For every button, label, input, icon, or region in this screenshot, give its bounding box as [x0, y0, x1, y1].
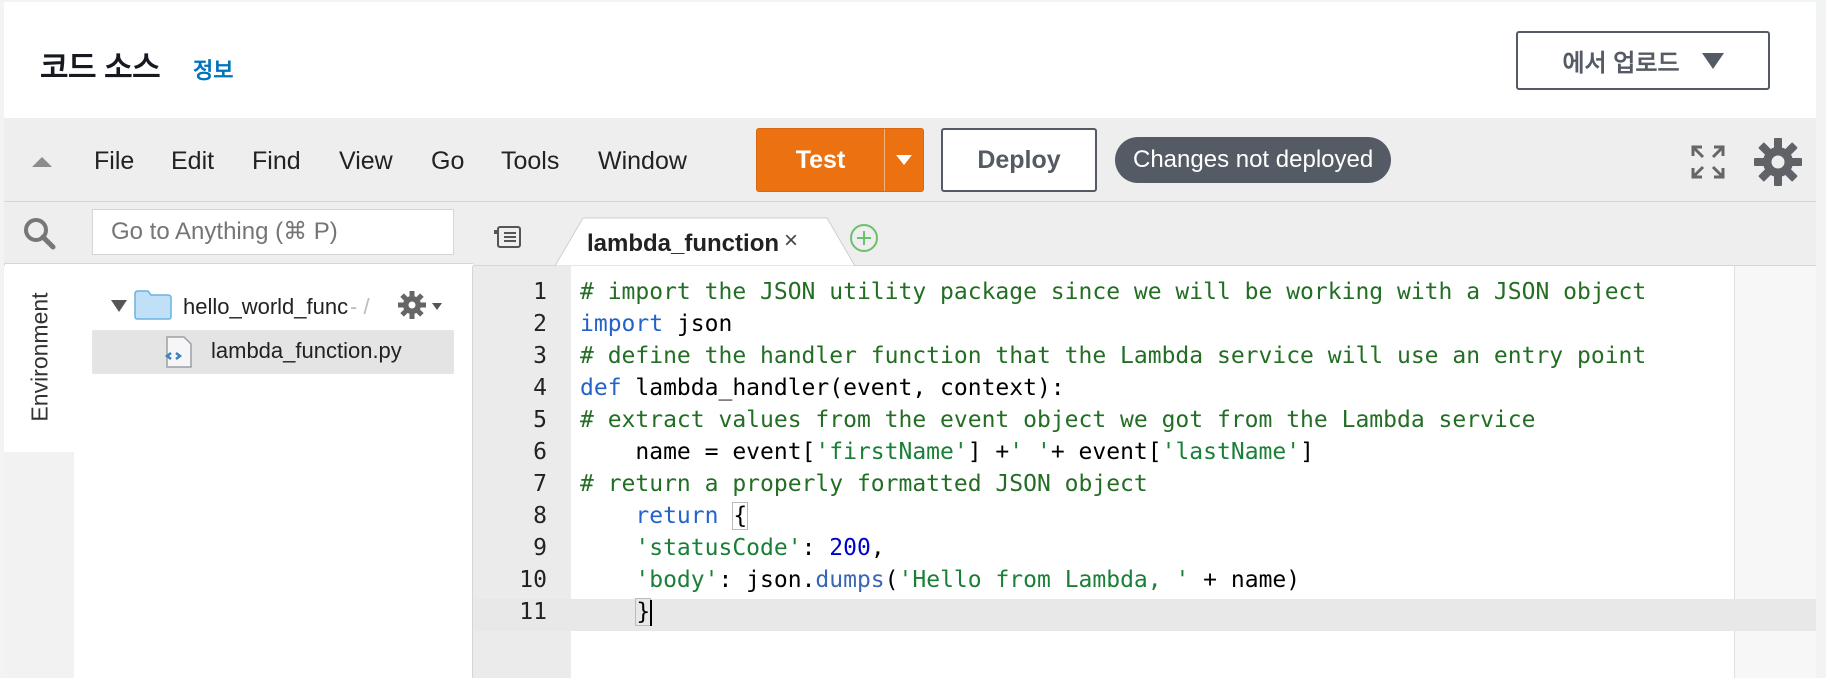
code-string: 'lastName'	[1161, 439, 1301, 465]
code-function: dumps	[815, 567, 885, 593]
code-string: 'Hello from Lambda, '	[898, 567, 1190, 593]
code-comment: # define the handler function that the L…	[580, 343, 1647, 369]
code-keyword: def	[580, 375, 622, 401]
active-line-highlight	[473, 599, 1816, 631]
line-number: 8	[533, 503, 547, 529]
code-line-10: 'body': json.dumps('Hello from Lambda, '…	[580, 567, 1300, 593]
line-number: 1	[533, 279, 547, 305]
info-link[interactable]: 정보	[193, 53, 233, 85]
line-number: 9	[533, 535, 547, 561]
folder-icon	[134, 290, 172, 320]
settings-gear-icon[interactable]	[1752, 136, 1804, 188]
code-line-4: def lambda_handler(event, context):	[580, 375, 1065, 401]
folder-path-suffix: - /	[350, 294, 370, 319]
environment-tab-label: Environment	[26, 292, 53, 422]
add-tab-icon[interactable]	[848, 222, 880, 254]
code-comment: # import the JSON utility package since …	[580, 279, 1647, 305]
test-split-button: Test	[756, 128, 924, 192]
code-text: ]	[1300, 439, 1314, 465]
collapse-toggle-icon[interactable]	[32, 157, 52, 167]
line-number: 6	[533, 439, 547, 465]
code-line-8: return {	[580, 502, 749, 530]
code-text: json	[663, 311, 733, 337]
menu-view[interactable]: View	[339, 147, 393, 176]
code-text: + event[	[1050, 439, 1162, 465]
menu-file[interactable]: File	[94, 147, 134, 176]
code-text: + name)	[1189, 567, 1301, 593]
matched-brace: }	[635, 598, 652, 626]
close-tab-icon[interactable]: ×	[784, 227, 798, 255]
code-string: 'body'	[635, 567, 719, 593]
tab-list-icon[interactable]	[494, 224, 524, 250]
code-text: (	[884, 567, 899, 593]
code-number: 200	[829, 535, 871, 561]
fullscreen-icon[interactable]	[1690, 144, 1726, 180]
menu-window[interactable]: Window	[598, 147, 687, 176]
test-dropdown-button[interactable]	[885, 129, 923, 191]
code-text: ] +	[967, 439, 1010, 465]
deploy-button[interactable]: Deploy	[941, 128, 1097, 192]
code-line-1: # import the JSON utility package since …	[580, 279, 1646, 305]
code-text: lambda_handler(event, context):	[621, 375, 1065, 401]
upload-button-label: 에서 업로드	[1562, 50, 1680, 77]
deploy-status-badge: Changes not deployed	[1115, 137, 1392, 183]
code-line-6: name = event['firstName'] +' '+ event['l…	[580, 439, 1314, 465]
folder-name[interactable]: hello_world_func	[183, 294, 348, 320]
code-line-2: import json	[580, 311, 732, 337]
text-cursor	[650, 599, 653, 626]
test-button[interactable]: Test	[757, 129, 885, 191]
upload-from-button[interactable]: 에서 업로드	[1516, 31, 1770, 90]
code-string: 'firstName'	[815, 439, 968, 465]
code-keyword: return	[635, 503, 719, 529]
code-text: :	[801, 535, 830, 561]
code-line-5: # extract values from the event object w…	[580, 407, 1535, 433]
page-title: 코드 소스	[40, 50, 161, 85]
code-line-7: # return a properly formatted JSON objec…	[580, 471, 1148, 497]
python-file-icon	[164, 336, 192, 368]
menu-go[interactable]: Go	[431, 147, 464, 176]
editor-tab-label[interactable]: lambda_function	[587, 230, 779, 258]
go-to-anything-input[interactable]	[92, 209, 454, 255]
code-comment: # extract values from the event object w…	[580, 407, 1536, 433]
line-number: 4	[533, 375, 547, 401]
line-number: 2	[533, 311, 547, 337]
code-string: ' '	[1009, 439, 1051, 465]
matched-brace: {	[732, 502, 749, 530]
code-text: name = event[	[580, 439, 816, 465]
folder-expand-caret-icon[interactable]	[111, 300, 127, 312]
code-text: : json.	[718, 567, 816, 593]
caret-down-icon	[896, 155, 912, 165]
menu-tools[interactable]: Tools	[501, 147, 559, 176]
line-number: 10	[519, 567, 547, 593]
caret-down-icon[interactable]	[432, 303, 442, 310]
code-line-11: }	[580, 598, 653, 626]
search-icon[interactable]	[22, 216, 56, 250]
caret-down-icon	[1701, 52, 1724, 69]
line-number: 5	[533, 407, 547, 433]
code-line-3: # define the handler function that the L…	[580, 343, 1646, 369]
file-tree	[74, 266, 473, 678]
code-string: 'statusCode'	[635, 535, 802, 561]
menu-edit[interactable]: Edit	[171, 147, 214, 176]
code-keyword: import	[580, 311, 664, 337]
code-comment: # return a properly formatted JSON objec…	[580, 471, 1148, 497]
menu-find[interactable]: Find	[252, 147, 301, 176]
code-text: ,	[870, 535, 885, 561]
gear-icon[interactable]	[397, 290, 427, 320]
code-line-9: 'statusCode': 200,	[580, 535, 885, 561]
line-number: 7	[533, 471, 547, 497]
line-number: 3	[533, 343, 547, 369]
file-name[interactable]: lambda_function.py	[211, 338, 402, 364]
line-number: 11	[519, 599, 547, 625]
